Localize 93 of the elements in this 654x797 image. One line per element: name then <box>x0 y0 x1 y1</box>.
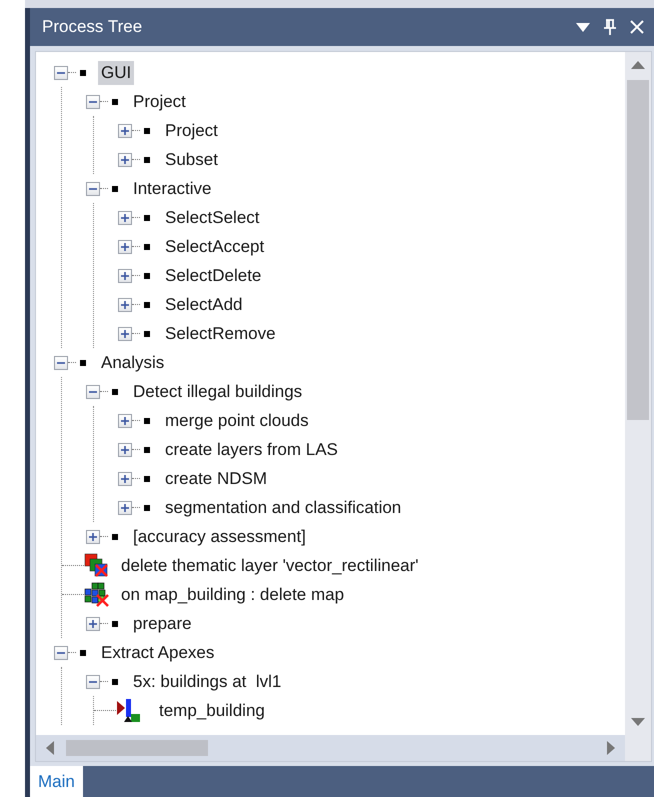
collapse-toggle[interactable] <box>86 94 100 108</box>
layers-delete-icon <box>84 552 110 578</box>
bullet-icon <box>144 446 150 452</box>
expand-toggle[interactable] <box>118 414 132 428</box>
bullet-icon <box>112 678 118 684</box>
collapse-toggle[interactable] <box>86 674 100 688</box>
collapse-toggle[interactable] <box>86 182 100 196</box>
variable-icon <box>116 698 142 724</box>
bullet-icon <box>112 534 118 540</box>
tree-item-label[interactable]: segmentation and classification <box>162 496 404 520</box>
collapse-toggle[interactable] <box>54 66 68 80</box>
panel-title: Process Tree <box>42 17 144 37</box>
expand-toggle[interactable] <box>86 616 100 630</box>
plus-icon <box>120 212 130 222</box>
plus-icon <box>120 270 130 280</box>
bullet-icon <box>144 244 150 250</box>
grid-delete-icon <box>84 582 110 608</box>
expand-toggle[interactable] <box>118 500 132 514</box>
tree-item-label[interactable]: delete thematic layer 'vector_rectilinear' <box>118 554 422 578</box>
bullet-icon <box>144 272 150 278</box>
tree-item-label[interactable]: 5x: buildings at lvl1 <box>130 670 284 694</box>
caret-icon <box>576 22 590 32</box>
bullet-icon <box>112 620 118 626</box>
scrollbar-thumb[interactable] <box>627 80 649 420</box>
tree-item-label[interactable]: [accuracy assessment] <box>130 524 309 548</box>
expand-toggle[interactable] <box>118 124 132 138</box>
bullet-icon <box>80 650 86 656</box>
tree-item-label[interactable]: Interactive <box>130 176 214 200</box>
bullet-icon <box>80 70 86 76</box>
plus-icon <box>120 444 130 454</box>
bullet-icon <box>144 330 150 336</box>
plus-icon <box>88 532 98 542</box>
bullet-icon <box>144 128 150 134</box>
bullet-icon <box>144 418 150 424</box>
plus-icon <box>120 416 130 426</box>
tree-item-label[interactable]: SelectAdd <box>162 292 246 316</box>
bullet-icon <box>144 156 150 162</box>
expand-toggle[interactable] <box>118 268 132 282</box>
expand-toggle[interactable] <box>118 240 132 254</box>
tree-item-label[interactable]: GUI <box>98 60 134 84</box>
expand-toggle[interactable] <box>118 326 132 340</box>
tree-item-label[interactable]: create NDSM <box>162 466 270 490</box>
tree-item-label[interactable]: SelectSelect <box>162 206 262 230</box>
tree-item-label[interactable]: prepare <box>130 612 195 636</box>
dropdown-button[interactable] <box>576 22 590 32</box>
expand-toggle[interactable] <box>118 210 132 224</box>
tree-item-label[interactable]: Detect illegal buildings <box>130 380 306 404</box>
plus-icon <box>120 300 130 310</box>
right-arrow-icon <box>607 741 615 755</box>
tree-item-label[interactable]: Extract Apexes <box>98 640 218 664</box>
bullet-icon <box>144 214 150 220</box>
pin-button[interactable] <box>604 19 616 35</box>
plus-icon <box>88 618 98 628</box>
left-arrow-icon <box>46 741 54 755</box>
plus-icon <box>120 328 130 338</box>
tree-item-label[interactable]: SelectDelete <box>162 264 264 288</box>
expand-toggle[interactable] <box>118 152 132 166</box>
down-arrow-icon <box>631 718 645 726</box>
plus-icon <box>120 126 130 136</box>
tree-item-label[interactable]: Analysis <box>98 350 168 374</box>
tree-item-label[interactable]: on map_building : delete map <box>118 582 348 606</box>
bullet-icon <box>112 388 118 394</box>
bullet-icon <box>112 98 118 104</box>
expand-toggle[interactable] <box>118 442 132 456</box>
expand-toggle[interactable] <box>86 530 100 544</box>
collapse-toggle[interactable] <box>86 384 100 398</box>
plus-icon <box>120 242 130 252</box>
up-arrow-icon <box>631 61 645 69</box>
collapse-toggle[interactable] <box>54 646 68 660</box>
plus-icon <box>120 474 130 484</box>
plus-icon <box>120 154 130 164</box>
collapse-toggle[interactable] <box>54 356 68 370</box>
tree-item-label[interactable]: merge point clouds <box>162 408 312 432</box>
tree-item-label[interactable]: temp_building <box>156 698 268 722</box>
tab[interactable]: Main <box>30 766 83 797</box>
tree-item-label[interactable]: Subset <box>162 148 221 172</box>
tree-item-label[interactable]: Project <box>162 118 221 142</box>
scrollbar-thumb[interactable] <box>66 740 208 756</box>
bullet-icon <box>80 360 86 366</box>
bullet-icon <box>144 504 150 510</box>
tree-item-label[interactable]: Project <box>130 90 189 114</box>
pin-icon <box>604 19 616 35</box>
expand-toggle[interactable] <box>118 298 132 312</box>
tree-item-label[interactable]: create layers from LAS <box>162 438 341 462</box>
bullet-icon <box>112 186 118 192</box>
tree-item-label[interactable]: SelectAccept <box>162 234 268 258</box>
plus-icon <box>120 502 130 512</box>
close-button[interactable] <box>630 20 644 34</box>
bullet-icon <box>144 476 150 482</box>
expand-toggle[interactable] <box>118 472 132 486</box>
bullet-icon <box>144 302 150 308</box>
tree-item-label[interactable]: SelectRemove <box>162 322 279 346</box>
close-icon <box>630 20 644 34</box>
